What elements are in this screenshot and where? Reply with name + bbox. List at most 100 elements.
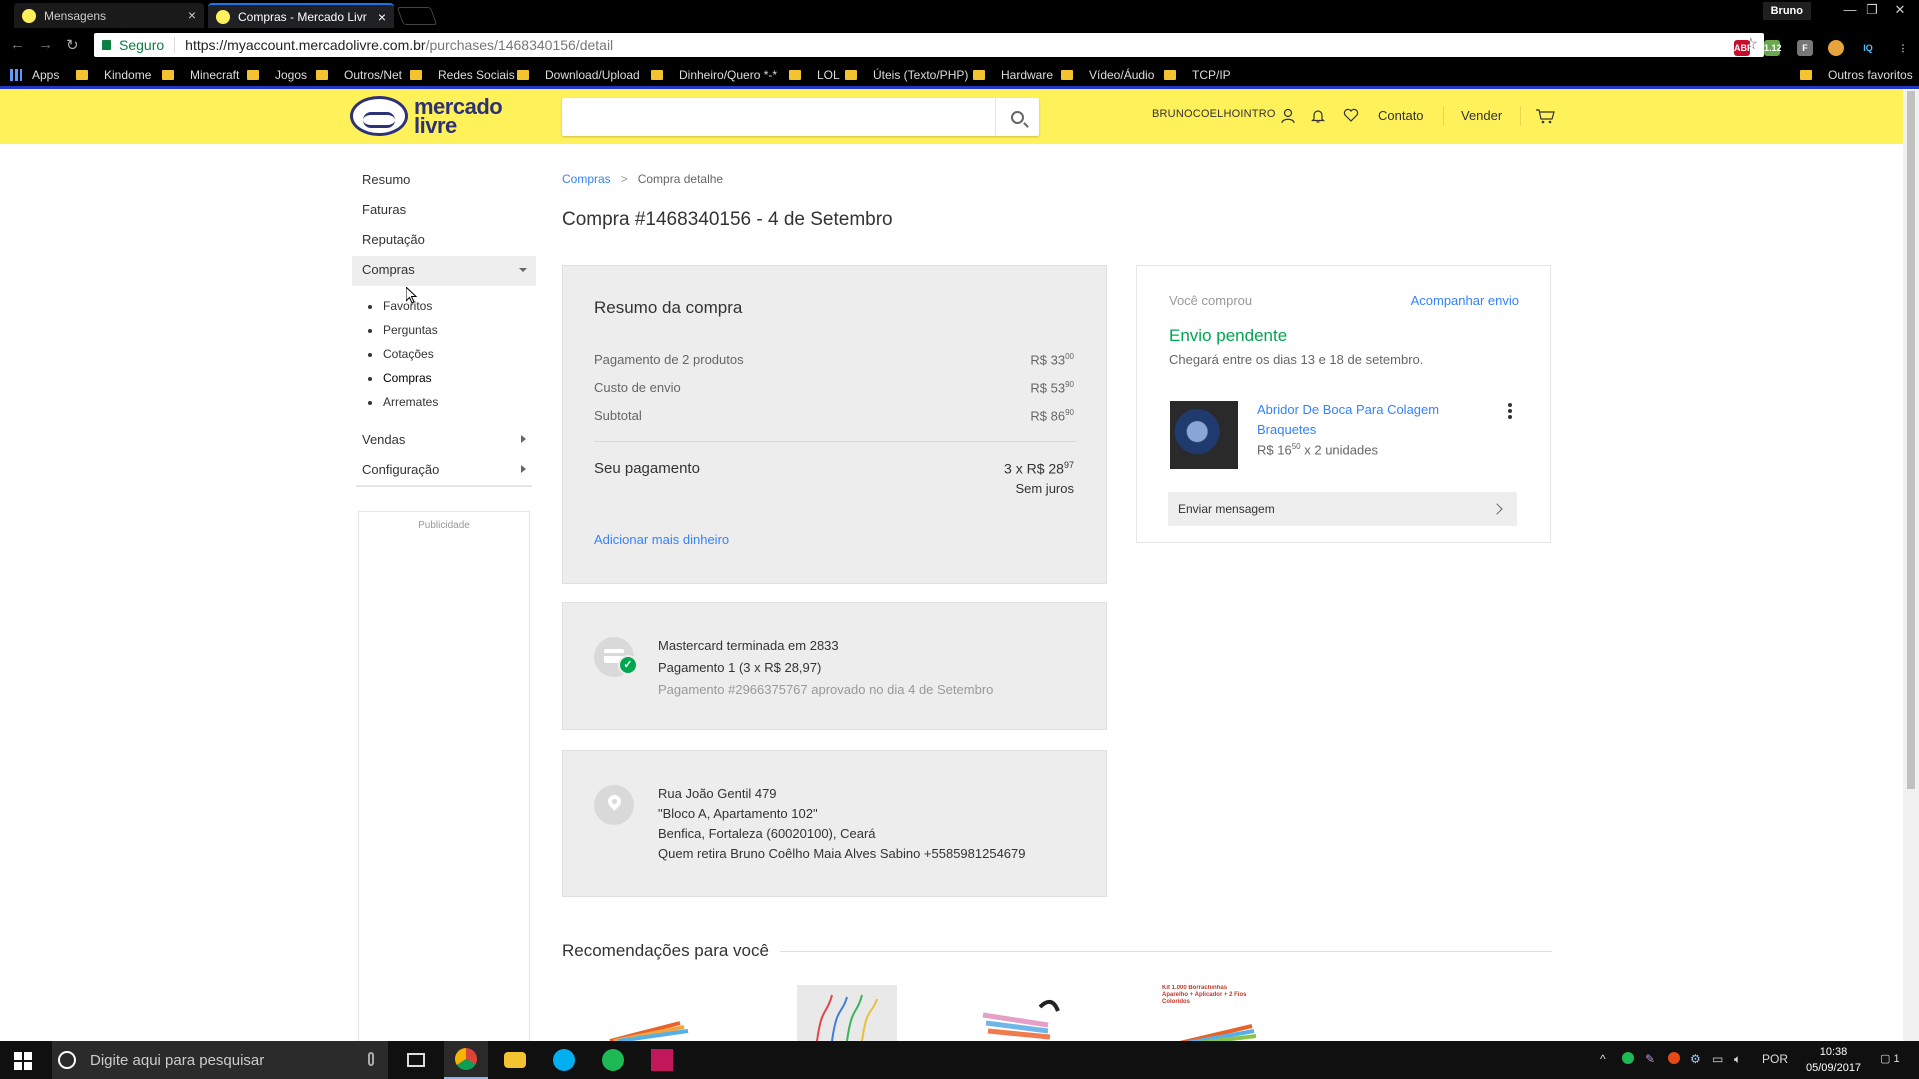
contact-link[interactable]: Contato: [1378, 108, 1424, 123]
steam-tray-icon[interactable]: ⚙: [1690, 1052, 1701, 1066]
search-input[interactable]: [562, 98, 992, 136]
taskbar-search[interactable]: Digite aqui para pesquisar: [52, 1041, 388, 1079]
product-thumbnail[interactable]: [1170, 401, 1238, 469]
address-city: Benfica, Fortaleza (60020100), Ceará: [658, 826, 876, 841]
bell-icon[interactable]: [1310, 108, 1326, 124]
folder-icon: [789, 70, 801, 80]
purchased-item-card: Você comprou Acompanhar envio Envio pend…: [1136, 265, 1551, 543]
spotify-tray-icon[interactable]: [1622, 1052, 1634, 1064]
location-pin-icon: [594, 785, 634, 825]
bookmark-folder[interactable]: Jogos: [247, 68, 307, 82]
sidebar-item-vendas[interactable]: Vendas: [362, 432, 405, 447]
sidebar-item-resumo[interactable]: Resumo: [362, 172, 410, 187]
address-bar[interactable]: Seguro https://myaccount.mercadolivre.co…: [94, 33, 1764, 57]
sidebar-item-configuracao[interactable]: Configuração: [362, 462, 439, 477]
track-shipping-link[interactable]: Acompanhar envio: [1411, 293, 1519, 308]
extension-f-icon[interactable]: F: [1797, 40, 1813, 56]
tray-overflow-icon[interactable]: ^: [1600, 1052, 1606, 1066]
back-icon[interactable]: ←: [10, 36, 25, 53]
bookmark-folder[interactable]: Kindome: [76, 68, 151, 82]
recommendation-item[interactable]: Kit 1.000 Borrachinhas Aparelho + Aplica…: [1162, 985, 1262, 1041]
notifications-icon[interactable]: ▢ 1: [1880, 1052, 1900, 1065]
sidebar-subitem-compras[interactable]: Compras: [368, 371, 432, 385]
language-indicator[interactable]: POR: [1762, 1052, 1788, 1066]
secure-indicator[interactable]: Seguro: [102, 37, 164, 53]
more-options-icon[interactable]: [1508, 403, 1512, 419]
page-scrollbar[interactable]: [1903, 89, 1919, 1041]
bookmark-folder[interactable]: TCP/IP: [1164, 68, 1231, 82]
forward-icon[interactable]: →: [38, 36, 53, 53]
file-explorer-icon[interactable]: [493, 1041, 537, 1079]
cart-icon[interactable]: [1535, 108, 1555, 124]
bookmark-folder[interactable]: Úteis (Texto/PHP): [845, 68, 968, 82]
close-tab-icon[interactable]: ×: [378, 9, 386, 25]
jetbrains-icon[interactable]: [640, 1041, 684, 1079]
sidebar-subitem-perguntas[interactable]: Perguntas: [368, 323, 438, 337]
tab-mensagens[interactable]: Mensagens ×: [14, 3, 204, 28]
sidebar-subitem-cotacoes[interactable]: Cotações: [368, 347, 434, 361]
installment-info: Pagamento 1 (3 x R$ 28,97): [658, 660, 822, 675]
folder-icon: [973, 70, 985, 80]
minimize-icon[interactable]: —: [1839, 2, 1861, 17]
windows-start-icon[interactable]: [14, 1052, 32, 1070]
microphone-icon[interactable]: [368, 1052, 374, 1066]
chrome-taskbar-icon[interactable]: [444, 1041, 488, 1079]
task-view-icon[interactable]: [394, 1041, 438, 1079]
volume-icon[interactable]: 🔈︎: [1734, 1052, 1741, 1067]
bookmark-folder[interactable]: Download/Upload: [517, 68, 640, 82]
bookmark-folder[interactable]: Outros/Net: [316, 68, 402, 82]
recommendation-item[interactable]: [600, 985, 700, 1041]
profile-badge[interactable]: Bruno: [1762, 2, 1811, 20]
scrollbar-thumb[interactable]: [1907, 91, 1915, 789]
bookmark-folder[interactable]: Dinheiro/Quero *-*: [651, 68, 777, 82]
recommendations-divider: [780, 951, 1552, 952]
bookmark-folder[interactable]: LOL: [789, 68, 840, 82]
pen-tray-icon[interactable]: ✎: [1645, 1052, 1655, 1066]
ad-panel: Publicidade: [358, 511, 530, 1041]
sidebar-subitem-arremates[interactable]: Arremates: [367, 395, 438, 409]
recommendation-item[interactable]: [797, 985, 897, 1041]
abp-icon[interactable]: ABP: [1734, 40, 1753, 56]
network-icon[interactable]: ▭: [1712, 1052, 1723, 1066]
bookmark-folder[interactable]: Hardware: [973, 68, 1053, 82]
bookmark-folder[interactable]: Minecraft: [162, 68, 239, 82]
spotify-icon[interactable]: [591, 1041, 635, 1079]
search-field[interactable]: [562, 98, 1039, 136]
close-window-icon[interactable]: ✕: [1889, 2, 1911, 18]
close-tab-icon[interactable]: ×: [188, 7, 196, 23]
bookmark-folder[interactable]: Redes Sociais: [410, 68, 515, 82]
android-icon[interactable]: 1.12: [1764, 40, 1782, 56]
breadcrumb-compras[interactable]: Compras: [562, 172, 611, 186]
search-button[interactable]: [995, 98, 1039, 136]
send-message-button[interactable]: Enviar mensagem: [1168, 492, 1517, 526]
sidebar-item-faturas[interactable]: Faturas: [362, 202, 406, 217]
tab-compras[interactable]: Compras - Mercado Livr ×: [208, 3, 394, 28]
user-menu[interactable]: BRUNOCOELHOINTRO: [1152, 108, 1276, 120]
clock[interactable]: 10:38 05/09/2017: [1806, 1044, 1861, 1076]
bookmark-folder[interactable]: Vídeo/Áudio: [1061, 68, 1154, 82]
search-icon: [1011, 110, 1024, 124]
iq-icon[interactable]: IQ: [1860, 40, 1876, 56]
url-text[interactable]: https://myaccount.mercadolivre.com.br/pu…: [174, 37, 613, 53]
folder-icon: [517, 70, 529, 80]
address-card: Rua João Gentil 479 "Bloco A, Apartament…: [562, 750, 1107, 897]
reload-icon[interactable]: ↻: [66, 36, 79, 54]
sidebar-item-compras-label[interactable]: Compras: [362, 262, 415, 277]
sell-link[interactable]: Vender: [1461, 108, 1502, 123]
mercadolivre-logo[interactable]: mercado livre: [350, 96, 503, 137]
chrome-menu-icon[interactable]: ⋮: [1895, 40, 1911, 56]
heart-icon[interactable]: [1343, 108, 1359, 124]
app-tray-icon[interactable]: [1668, 1052, 1680, 1064]
new-tab-button[interactable]: [396, 7, 438, 25]
restore-icon[interactable]: ❐: [1861, 2, 1883, 18]
recommendation-item[interactable]: [978, 985, 1078, 1041]
skype-icon[interactable]: [542, 1041, 586, 1079]
sidebar-item-reputacao[interactable]: Reputação: [362, 232, 425, 247]
other-bookmarks[interactable]: Outros favoritos: [1800, 68, 1913, 82]
cookie-icon[interactable]: [1828, 40, 1844, 56]
add-money-link[interactable]: Adicionar mais dinheiro: [594, 532, 729, 547]
product-link[interactable]: Abridor De Boca Para Colagem Braquetes: [1257, 400, 1477, 440]
bookmark-apps[interactable]: Apps: [10, 68, 59, 82]
payment-value: 3 x R$ 2897: [1004, 460, 1074, 477]
user-icon[interactable]: [1280, 108, 1296, 124]
